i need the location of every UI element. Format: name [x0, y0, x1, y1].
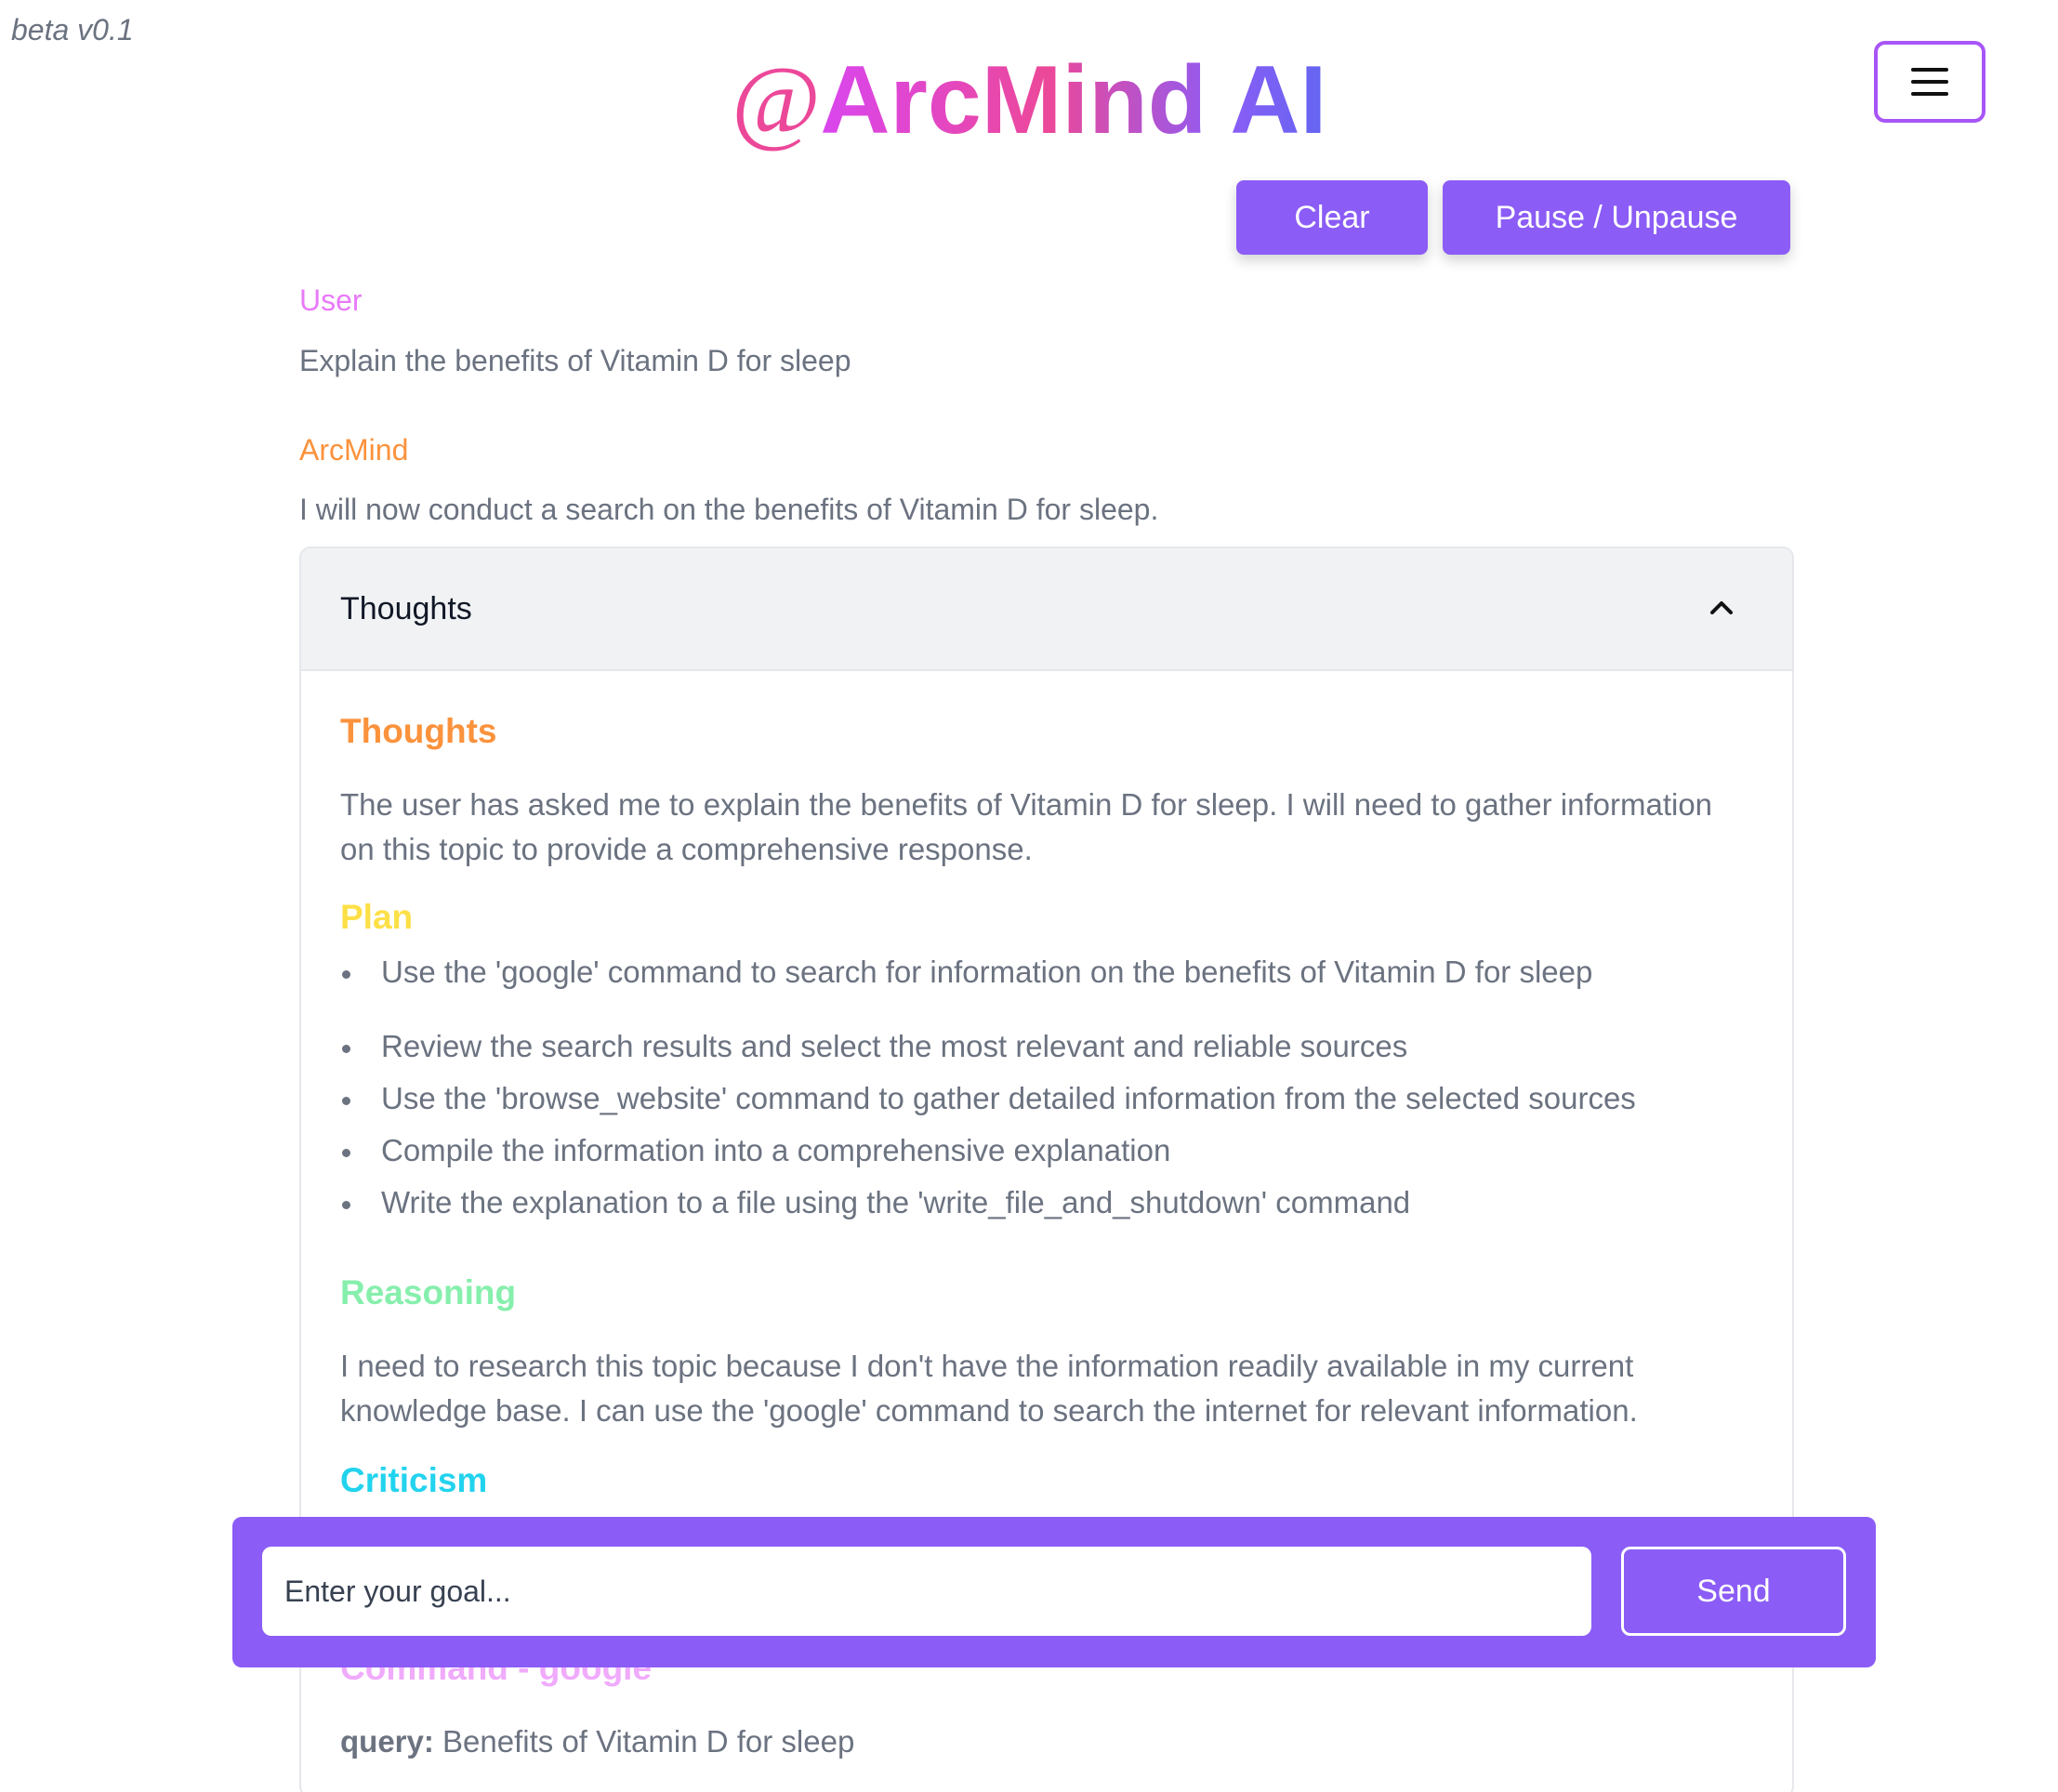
goal-input[interactable] [262, 1547, 1591, 1636]
plan-item: Write the explanation to a file using th… [340, 1185, 1410, 1220]
thoughts-heading: Thoughts [340, 712, 497, 750]
goal-input-bar: Send [232, 1517, 1876, 1667]
thoughts-accordion-header[interactable]: Thoughts [301, 548, 1792, 671]
reasoning-text: I need to research this topic because I … [340, 1349, 1638, 1428]
plan-item: Use the 'google' command to search for i… [340, 955, 1592, 990]
reasoning-heading: Reasoning [340, 1273, 517, 1311]
version-label: beta v0.1 [11, 13, 134, 46]
plan-item: Use the 'browse_website' command to gath… [340, 1081, 1636, 1116]
logo-at-symbol: @ [731, 47, 821, 154]
pause-unpause-button[interactable]: Pause / Unpause [1443, 180, 1790, 255]
command-query: query: Benefits of Vitamin D for sleep [340, 1720, 1753, 1764]
send-button[interactable]: Send [1621, 1547, 1846, 1636]
query-value: Benefits of Vitamin D for sleep [442, 1724, 855, 1759]
plan-item: Compile the information into a comprehen… [340, 1133, 1170, 1168]
app-page: beta v0.1 @ArcMind AI Clear Pause / Unpa… [0, 0, 2058, 1792]
thoughts-accordion-title: Thoughts [340, 591, 472, 626]
thoughts-text: The user has asked me to explain the ben… [340, 787, 1713, 866]
clear-button[interactable]: Clear [1236, 180, 1428, 255]
plan-heading: Plan [340, 898, 414, 936]
hamburger-menu-icon [1911, 68, 1948, 96]
user-message-text: Explain the benefits of Vitamin D for sl… [299, 344, 851, 377]
arcmind-message-text: I will now conduct a search on the benef… [299, 493, 1159, 526]
logo-text: ArcMind AI [820, 46, 1327, 154]
arcmind-sender-label: ArcMind [299, 433, 409, 467]
chevron-up-icon [1710, 601, 1733, 614]
plan-item: Review the search results and select the… [340, 1029, 1407, 1064]
logo: @ArcMind AI [0, 45, 2058, 157]
menu-button[interactable] [1874, 41, 1985, 123]
criticism-heading: Criticism [340, 1461, 488, 1499]
query-label: query: [340, 1724, 434, 1759]
user-sender-label: User [299, 283, 363, 317]
